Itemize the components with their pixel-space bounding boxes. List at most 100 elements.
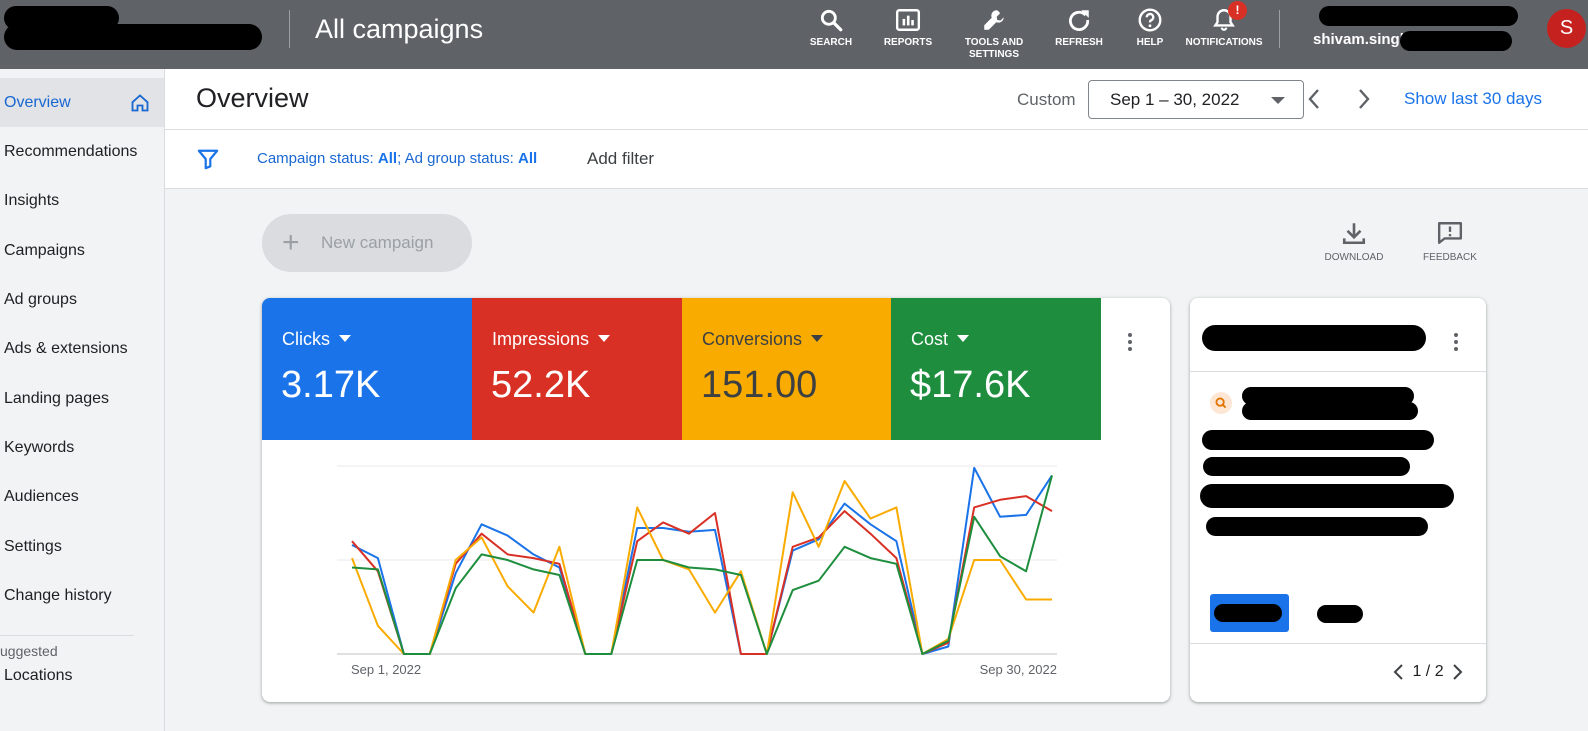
campaign-status-value: All — [377, 150, 398, 167]
sidebar-item-label: Settings — [4, 538, 62, 555]
metric-value: $17.6K — [910, 364, 1031, 406]
sidebar-item-label: Recommendations — [4, 143, 138, 160]
apply-button[interactable] — [1210, 594, 1289, 632]
search-icon — [1210, 392, 1232, 414]
sidebar-item-landing-pages[interactable]: Landing pages — [0, 374, 164, 423]
sidebar-item-overview[interactable]: Overview — [0, 78, 164, 127]
filter-separator: ; — [397, 150, 405, 167]
sidebar-item-label: Campaigns — [4, 242, 85, 259]
topbar-divider-right — [1279, 10, 1280, 48]
dropdown-caret-icon — [598, 335, 611, 342]
metric-value: 52.2K — [491, 364, 591, 406]
sidebar-item-label: Landing pages — [4, 390, 109, 407]
plus-icon: + — [282, 226, 300, 259]
overview-header: Overview Custom Sep 1 – 30, 2022 Show la… — [165, 69, 1588, 130]
add-filter-button[interactable]: Add filter — [587, 149, 654, 169]
sidebar-item-label: Audiences — [4, 488, 79, 505]
dropdown-caret-icon — [957, 335, 970, 342]
download-icon — [1342, 223, 1366, 245]
sidebar-item-label: Overview — [4, 94, 71, 111]
reports-tool-label: REPORTS — [883, 37, 933, 48]
sidebar-item-keywords[interactable]: Keywords — [0, 423, 164, 472]
refresh-tool-button[interactable]: REFRESH — [1052, 6, 1106, 49]
date-range-value: Sep 1 – 30, 2022 — [1110, 90, 1240, 109]
sidebar-item-ads-extensions[interactable]: Ads & extensions — [0, 324, 164, 373]
sidebar: Overview Recommendations Insights Campai… — [0, 69, 165, 731]
app-title: All campaigns — [315, 14, 484, 44]
recommendation-card: 1 / 2 — [1190, 298, 1486, 702]
download-label: DOWNLOAD — [1324, 252, 1384, 263]
x-axis-end-label: Sep 30, 2022 — [980, 662, 1057, 677]
metric-impressions[interactable]: Impressions 52.2K — [472, 298, 682, 440]
help-icon — [1138, 8, 1162, 32]
redacted-card-title — [1202, 325, 1426, 351]
notifications-tool-label: NOTIFICATIONS — [1185, 37, 1263, 48]
feedback-button[interactable]: FEEDBACK — [1418, 220, 1482, 264]
tools-settings-button[interactable]: TOOLS AND SETTINGS — [961, 6, 1027, 61]
avatar[interactable]: S — [1547, 9, 1586, 48]
tools-settings-label: TOOLS AND SETTINGS — [964, 37, 1024, 60]
redacted-text — [1203, 457, 1410, 476]
sidebar-divider — [0, 635, 134, 636]
reports-tool-button[interactable]: REPORTS — [880, 6, 936, 49]
notification-badge: ! — [1228, 1, 1247, 20]
adgroup-status-value: All — [518, 150, 538, 167]
show-last-30-days-link[interactable]: Show last 30 days — [1404, 89, 1542, 109]
metric-conversions[interactable]: Conversions 151.00 — [682, 298, 892, 440]
redacted-account — [4, 24, 262, 50]
filter-icon[interactable] — [197, 148, 219, 170]
notifications-tool-button[interactable]: NOTIFICATIONS — [1184, 6, 1264, 49]
previous-period-button[interactable] — [1305, 87, 1325, 111]
date-range-type: Custom — [1017, 90, 1076, 109]
date-range-picker[interactable]: Sep 1 – 30, 2022 — [1088, 80, 1304, 119]
chevron-right-icon[interactable] — [1448, 662, 1466, 682]
new-campaign-label: New campaign — [321, 233, 434, 252]
help-tool-button[interactable]: HELP — [1130, 6, 1170, 49]
chart-series-line-1 — [351, 495, 1053, 655]
sidebar-item-settings[interactable]: Settings — [0, 522, 164, 571]
more-options-icon[interactable] — [1454, 333, 1458, 354]
sidebar-item-ad-groups[interactable]: Ad groups — [0, 275, 164, 324]
search-tool-button[interactable]: SEARCH — [804, 6, 858, 49]
active-filters[interactable]: Campaign status: All; Ad group status: A… — [257, 150, 537, 167]
more-options-icon[interactable] — [1128, 333, 1132, 354]
page-title: Overview — [196, 83, 309, 113]
card-divider — [1190, 371, 1486, 372]
sidebar-item-label: Change history — [4, 587, 112, 604]
card-pager: 1 / 2 — [1390, 662, 1466, 682]
sidebar-item-locations[interactable]: Locations — [0, 651, 164, 700]
x-axis-start-label: Sep 1, 2022 — [351, 662, 421, 677]
adgroup-status-label: Ad group status: — [404, 150, 518, 167]
metric-label: Clicks — [282, 329, 330, 349]
sidebar-item-insights[interactable]: Insights — [0, 176, 164, 225]
sidebar-item-label: Insights — [4, 192, 60, 209]
dropdown-caret-icon — [1271, 97, 1285, 104]
chevron-left-icon[interactable] — [1390, 662, 1408, 682]
sidebar-item-label: Ads & extensions — [4, 340, 128, 357]
dropdown-caret-icon — [339, 335, 351, 342]
redacted-secondary-button[interactable] — [1317, 605, 1363, 623]
next-period-button[interactable] — [1353, 87, 1373, 111]
pager-text: 1 / 2 — [1412, 663, 1444, 680]
sidebar-item-change-history[interactable]: Change history — [0, 571, 164, 620]
sidebar-item-campaigns[interactable]: Campaigns — [0, 226, 164, 275]
filter-bar: Campaign status: All; Ad group status: A… — [165, 130, 1588, 189]
performance-card: Clicks 3.17K Impressions 52.2K Conversio… — [262, 298, 1170, 702]
campaign-status-label: Campaign status: — [257, 150, 378, 167]
metric-label: Impressions — [492, 329, 590, 349]
card-divider — [1190, 643, 1486, 644]
metric-label: Cost — [911, 329, 949, 349]
metric-clicks[interactable]: Clicks 3.17K — [262, 298, 472, 440]
sidebar-item-recommendations[interactable]: Recommendations — [0, 127, 164, 176]
metric-cost[interactable]: Cost $17.6K — [891, 298, 1101, 440]
new-campaign-button[interactable]: + New campaign — [262, 214, 472, 272]
topbar-divider — [289, 10, 290, 48]
redacted-text — [1206, 517, 1428, 536]
search-icon — [820, 9, 843, 32]
sidebar-item-label: Locations — [4, 667, 73, 684]
sidebar-item-audiences[interactable]: Audiences — [0, 472, 164, 521]
redacted-button-label — [1214, 604, 1282, 622]
download-button[interactable]: DOWNLOAD — [1320, 220, 1388, 264]
feedback-label: FEEDBACK — [1423, 252, 1477, 263]
help-tool-label: HELP — [1136, 37, 1164, 48]
